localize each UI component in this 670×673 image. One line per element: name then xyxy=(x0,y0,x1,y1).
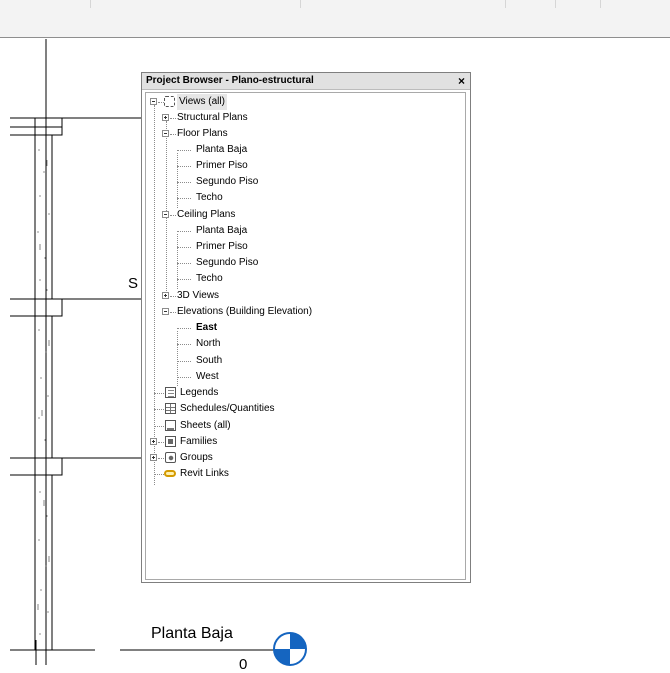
project-browser-title: Project Browser - Plano-estructural xyxy=(146,75,314,86)
tree-node-views-all[interactable]: Views (all) xyxy=(146,94,446,110)
tree-leaf-floor-plan[interactable]: Primer Piso xyxy=(146,158,446,174)
collapse-icon[interactable] xyxy=(162,130,169,137)
tree-leaf-ceiling-plan[interactable]: Segundo Piso xyxy=(146,255,446,271)
tree-node-label: Sheets (all) xyxy=(180,420,231,431)
tree-leaf-ceiling-plan[interactable]: Techo xyxy=(146,271,446,287)
views-icon xyxy=(164,96,175,107)
tree-view[interactable]: Views (all) Structural Plans Floor Plans… xyxy=(145,92,466,580)
tree-node-label: Schedules/Quantities xyxy=(180,403,275,414)
tree-leaf-elevation[interactable]: South xyxy=(146,353,446,369)
expand-icon[interactable] xyxy=(150,438,157,445)
divider xyxy=(300,0,301,8)
project-browser-title-bar[interactable]: Project Browser - Plano-estructural × xyxy=(142,73,470,90)
expand-icon[interactable] xyxy=(162,292,169,299)
close-icon[interactable]: × xyxy=(458,73,465,89)
tree-node-label: Primer Piso xyxy=(196,160,248,171)
tree-node-label: Planta Baja xyxy=(196,144,248,155)
divider xyxy=(90,0,91,8)
divider xyxy=(555,0,556,8)
tree-node-label: Legends xyxy=(180,387,219,398)
tree-node-sheets[interactable]: Sheets (all) xyxy=(146,418,446,434)
tree-node-label: Structural Plans xyxy=(177,112,248,123)
tree-node-label: Ceiling Plans xyxy=(177,209,236,220)
tree-node-label: Primer Piso xyxy=(196,241,248,252)
tree-node-revit-links[interactable]: Revit Links xyxy=(146,466,446,482)
tree-leaf-floor-plan[interactable]: Techo xyxy=(146,190,446,206)
tree-node-label: Techo xyxy=(196,192,223,203)
tree-leaf-elevation[interactable]: East xyxy=(146,320,446,336)
tree-node-legends[interactable]: Legends xyxy=(146,385,446,401)
level-head-icon xyxy=(273,632,307,666)
tree-node-label: West xyxy=(196,371,219,382)
tree-node-label: Planta Baja xyxy=(196,225,248,236)
tree-node-label: North xyxy=(196,338,221,349)
tree-node-label: Elevations (Building Elevation) xyxy=(177,306,313,317)
schedule-icon xyxy=(165,403,176,414)
level-name[interactable]: Planta Baja xyxy=(151,625,233,643)
collapse-icon[interactable] xyxy=(162,211,169,218)
group-icon xyxy=(165,452,176,463)
divider xyxy=(505,0,506,8)
drawing-annotation: S xyxy=(128,275,139,292)
tree-leaf-elevation[interactable]: West xyxy=(146,369,446,385)
tree-leaf-floor-plan[interactable]: Planta Baja xyxy=(146,142,446,158)
ribbon-edge xyxy=(0,0,670,38)
project-browser[interactable]: Project Browser - Plano-estructural × Vi… xyxy=(141,72,471,583)
tree-node-label: Groups xyxy=(180,452,213,463)
tree-node-ceiling-plans[interactable]: Ceiling Plans xyxy=(146,207,446,223)
tree-node-elevations[interactable]: Elevations (Building Elevation) xyxy=(146,304,446,320)
tree-node-label: Revit Links xyxy=(180,468,229,479)
tree-node-label: Views (all) xyxy=(177,94,227,110)
collapse-icon[interactable] xyxy=(162,308,169,315)
tree-node-label: East xyxy=(196,322,218,333)
divider xyxy=(600,0,601,8)
expand-icon[interactable] xyxy=(162,114,169,121)
level-elevation[interactable]: 0 xyxy=(239,656,247,673)
legend-icon xyxy=(165,387,176,398)
tree-node-label: Families xyxy=(180,436,218,447)
tree-node-label: Segundo Piso xyxy=(196,257,259,268)
sheet-icon xyxy=(165,420,176,431)
tree-node-label: Techo xyxy=(196,273,223,284)
tree-node-label: 3D Views xyxy=(177,290,220,301)
tree-node-structural-plans[interactable]: Structural Plans xyxy=(146,110,446,126)
tree-node-schedules[interactable]: Schedules/Quantities xyxy=(146,401,446,417)
tree-node-3d-views[interactable]: 3D Views xyxy=(146,288,446,304)
tree-node-groups[interactable]: Groups xyxy=(146,450,446,466)
tree-leaf-elevation[interactable]: North xyxy=(146,336,446,352)
tree-node-label: Floor Plans xyxy=(177,128,228,139)
collapse-icon[interactable] xyxy=(150,98,157,105)
tree-node-label: South xyxy=(196,355,223,366)
tree-leaf-ceiling-plan[interactable]: Primer Piso xyxy=(146,239,446,255)
family-icon xyxy=(165,436,176,447)
tree-node-floor-plans[interactable]: Floor Plans xyxy=(146,126,446,142)
tree-leaf-floor-plan[interactable]: Segundo Piso xyxy=(146,174,446,190)
tree-leaf-ceiling-plan[interactable]: Planta Baja xyxy=(146,223,446,239)
link-icon xyxy=(164,470,176,477)
tree-node-label: Segundo Piso xyxy=(196,176,259,187)
tree-node-families[interactable]: Families xyxy=(146,434,446,450)
expand-icon[interactable] xyxy=(150,454,157,461)
